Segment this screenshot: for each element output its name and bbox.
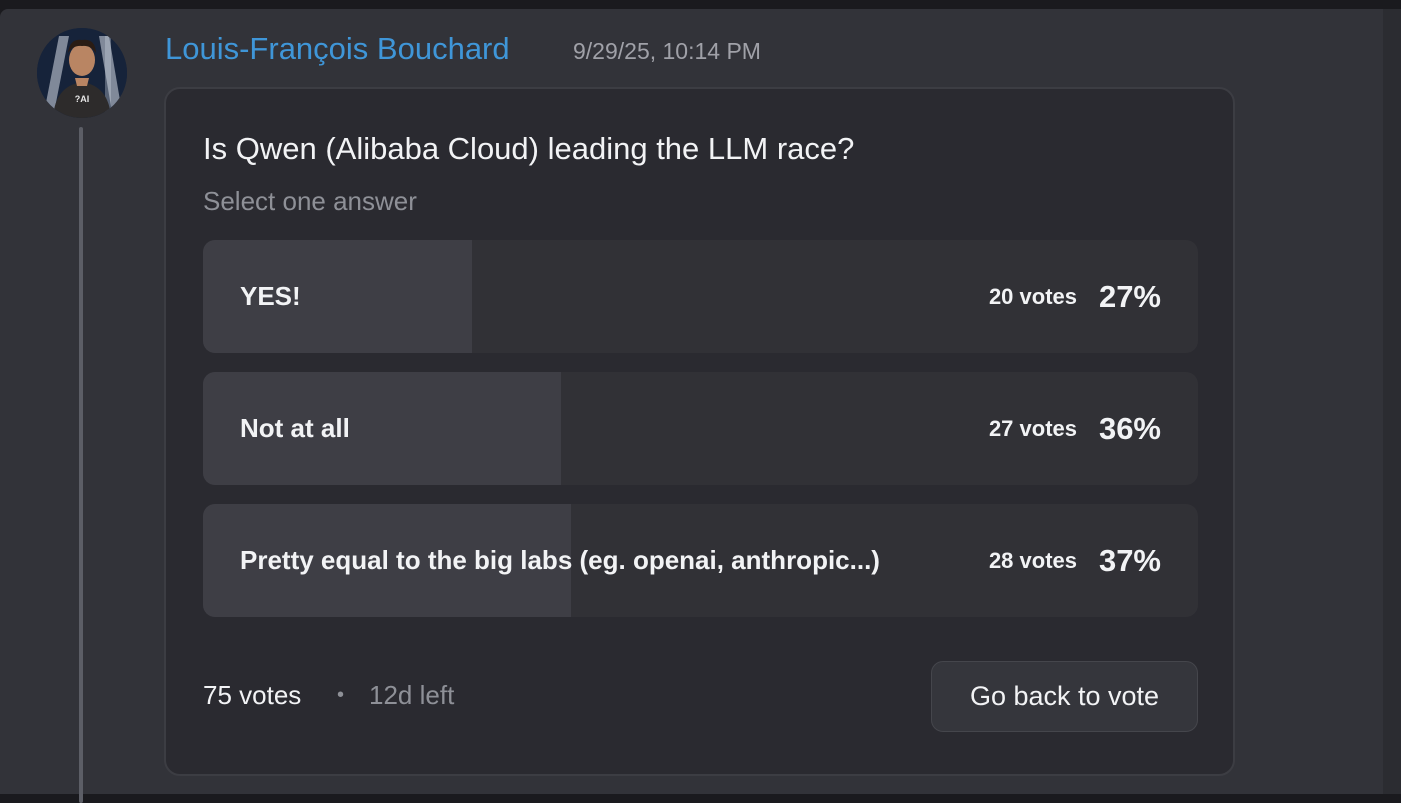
poll-answer-label: Not at all xyxy=(240,413,350,443)
author-name[interactable]: Louis-François Bouchard xyxy=(165,31,510,67)
poll-card: Is Qwen (Alibaba Cloud) leading the LLM … xyxy=(164,87,1235,776)
poll-answer-votes: 28 votes xyxy=(988,548,1077,573)
message-container: ?AI Louis-François Bouchard 9/29/25, 10:… xyxy=(0,9,1401,803)
footer-separator-dot: • xyxy=(337,684,345,706)
poll-answer-label: YES! xyxy=(240,281,301,311)
poll-question: Is Qwen (Alibaba Cloud) leading the LLM … xyxy=(203,131,855,166)
poll-answer-pretty-equal[interactable]: Pretty equal to the big labs (eg. openai… xyxy=(203,504,1198,617)
poll-answer-percent: 37% xyxy=(1098,543,1161,578)
poll-answer-not-at-all[interactable]: Not at all 27 votes 36% xyxy=(203,372,1198,485)
avatar-image: ?AI xyxy=(37,28,127,118)
poll-answer-percent: 27% xyxy=(1098,279,1161,314)
avatar[interactable]: ?AI xyxy=(37,28,127,118)
poll-answer-label: Pretty equal to the big labs (eg. openai… xyxy=(240,545,880,575)
poll-answer-votes: 27 votes xyxy=(988,416,1077,441)
poll-instruction: Select one answer xyxy=(203,186,417,216)
svg-text:?AI: ?AI xyxy=(75,94,90,104)
poll-total-votes: 75 votes xyxy=(203,680,302,710)
go-back-to-vote-button[interactable]: Go back to vote xyxy=(931,661,1198,732)
poll-answer-percent: 36% xyxy=(1098,411,1161,446)
poll-answer-votes: 20 votes xyxy=(988,284,1077,309)
thread-line xyxy=(79,127,83,803)
scrollbar-track[interactable] xyxy=(1383,9,1401,794)
poll-answer-yes[interactable]: YES! 20 votes 27% xyxy=(203,240,1198,353)
poll-time-left: 12d left xyxy=(369,680,455,710)
message-timestamp: 9/29/25, 10:14 PM xyxy=(573,38,761,64)
top-strip xyxy=(0,0,1401,9)
